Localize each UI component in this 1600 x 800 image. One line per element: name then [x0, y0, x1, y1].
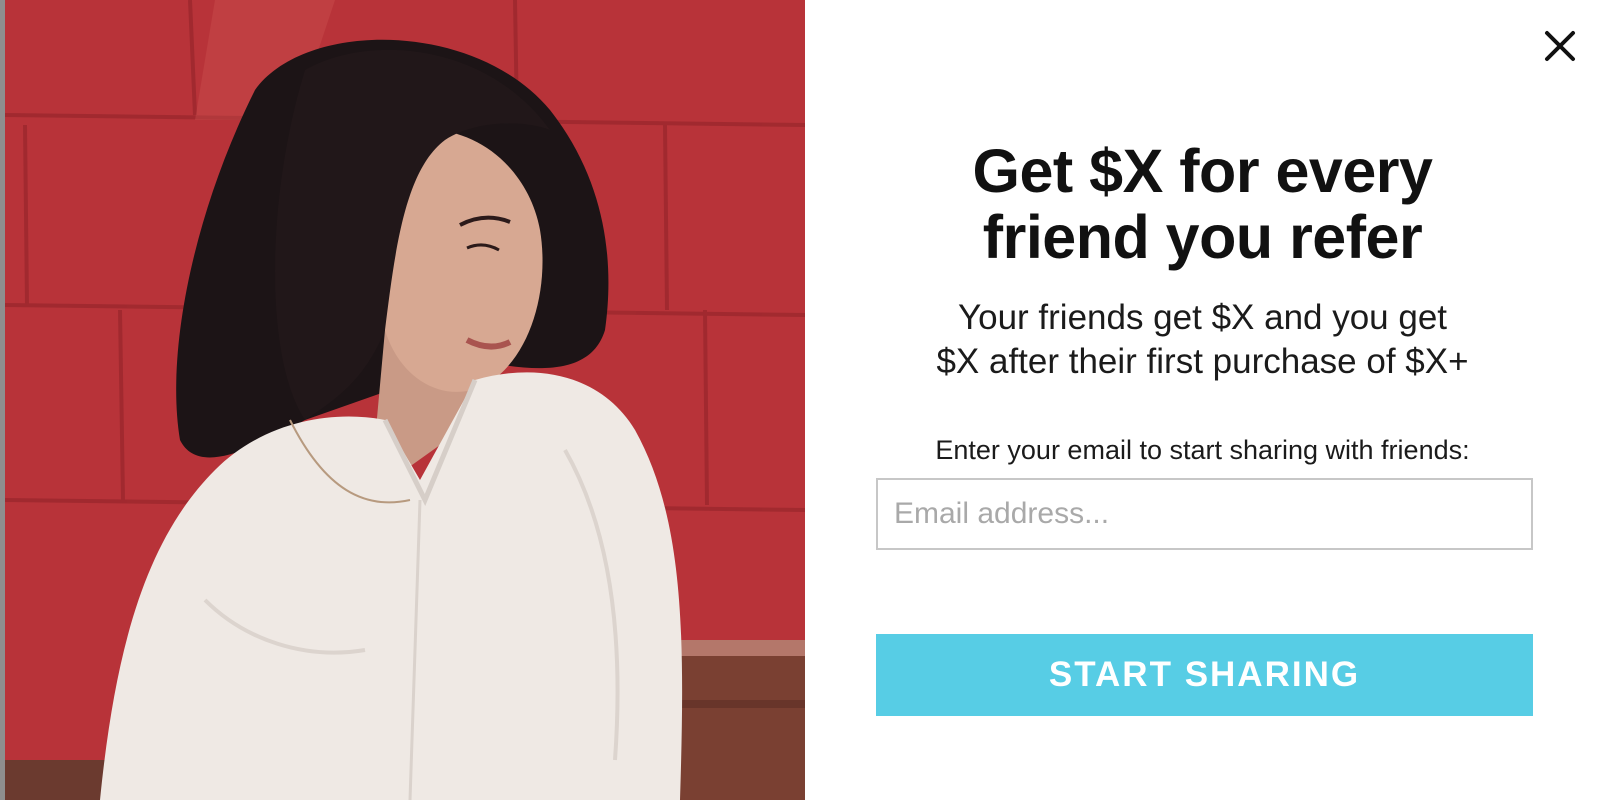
- headline-line-1: Get $X for every: [972, 137, 1433, 205]
- email-field[interactable]: [876, 478, 1533, 550]
- subheadline-line-1: Your friends get $X and you get: [957, 298, 1448, 337]
- subheadline-line-2: $X after their first purchase of $X+: [936, 342, 1469, 381]
- headline-line-2: friend you refer: [982, 203, 1423, 271]
- start-sharing-button[interactable]: START SHARING: [876, 634, 1533, 716]
- referral-panel: Get $X for every friend you refer Your f…: [805, 0, 1600, 800]
- subheadline: Your friends get $X and you get $X after…: [805, 296, 1600, 384]
- email-prompt-label: Enter your email to start sharing with f…: [935, 435, 1470, 465]
- headline: Get $X for every friend you refer: [805, 138, 1600, 270]
- woman-photo-illustration: [5, 0, 805, 800]
- promo-photo: [5, 0, 805, 800]
